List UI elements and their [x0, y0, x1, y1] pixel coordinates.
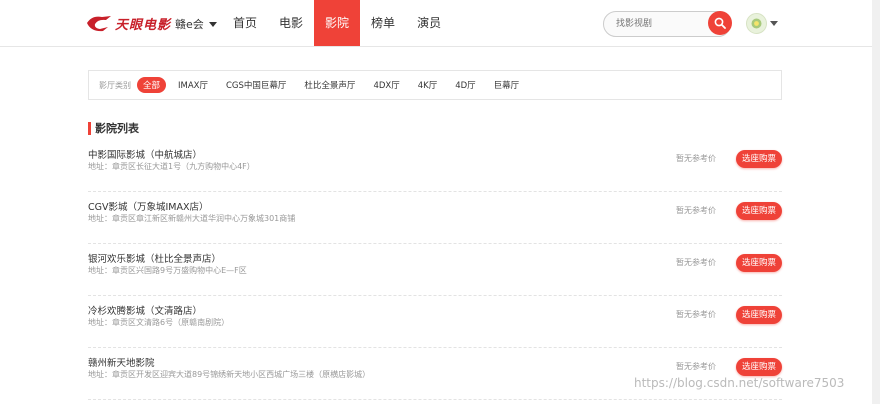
nav-rankings[interactable]: 榜单 — [360, 0, 406, 46]
city-name: 赣e会 — [175, 18, 204, 31]
section-title: 影院列表 — [88, 122, 139, 135]
buy-ticket-button[interactable]: 选座购票 — [736, 202, 782, 220]
cinema-name[interactable]: CGV影城（万象城IMAX店） — [88, 199, 209, 213]
cinema-address: 地址：章贡区长征大道1号（九方购物中心4F） — [88, 162, 255, 171]
hall-type-filter: 影厅类别 全部 IMAX厅 CGS中国巨幕厅 杜比全景声厅 4DX厅 4K厅 4… — [88, 70, 782, 100]
search-button[interactable] — [708, 11, 732, 35]
buy-ticket-button[interactable]: 选座购票 — [736, 358, 782, 376]
user-avatar[interactable] — [746, 13, 767, 34]
top-header: 天眼电影 赣e会 首页 电影 影院 榜单 演员 — [0, 0, 880, 47]
nav-cinemas[interactable]: 影院 — [314, 0, 361, 46]
cinema-price: 暂无参考价 — [676, 310, 716, 319]
filter-tag-dolby[interactable]: 杜比全景声厅 — [298, 77, 361, 93]
cinema-price: 暂无参考价 — [676, 206, 716, 215]
filter-tag-4dx[interactable]: 4DX厅 — [367, 77, 405, 93]
search-input[interactable] — [616, 16, 706, 32]
nav-actors[interactable]: 演员 — [406, 0, 452, 46]
cinema-address: 地址：章贡区兴国路9号万盛购物中心E—F区 — [88, 266, 247, 275]
nav-home[interactable]: 首页 — [222, 0, 268, 46]
main-nav: 首页 电影 影院 榜单 演员 — [222, 0, 452, 46]
cinema-price: 暂无参考价 — [676, 258, 716, 267]
cinema-name[interactable]: 中影国际影城（中航城店） — [88, 147, 202, 161]
vertical-scrollbar[interactable] — [872, 0, 880, 404]
search-icon — [714, 17, 726, 29]
cinema-row: 中影国际影城（中航城店） 地址：章贡区长征大道1号（九方购物中心4F） 暂无参考… — [88, 140, 782, 192]
cinema-address: 地址：章贡区章江新区新赣州大道华润中心万象城301商铺 — [88, 214, 296, 223]
cinema-name[interactable]: 赣州新天地影院 — [88, 355, 155, 369]
nav-movies[interactable]: 电影 — [268, 0, 314, 46]
cinema-row: 赣州新天地影院 地址：章贡区开发区迎宾大道89号锦绣新天地小区西城广场三楼（原横… — [88, 348, 782, 400]
cinema-row: CGV影城（万象城IMAX店） 地址：章贡区章江新区新赣州大道华润中心万象城30… — [88, 192, 782, 244]
buy-ticket-button[interactable]: 选座购票 — [736, 306, 782, 324]
cinema-list: 中影国际影城（中航城店） 地址：章贡区长征大道1号（九方购物中心4F） 暂无参考… — [88, 140, 782, 400]
filter-tag-all[interactable]: 全部 — [137, 77, 167, 93]
filter-tag-cgs[interactable]: CGS中国巨幕厅 — [220, 77, 292, 93]
filter-tag-imax[interactable]: IMAX厅 — [172, 77, 214, 93]
cinema-price: 暂无参考价 — [676, 362, 716, 371]
film-reel-icon — [87, 16, 111, 32]
site-logo[interactable]: 天眼电影 — [86, 12, 171, 34]
chevron-down-icon — [208, 22, 217, 27]
cinema-address: 地址：章贡区文清路6号（原赣南剧院） — [88, 318, 230, 327]
filter-tag-4d[interactable]: 4D厅 — [449, 77, 481, 93]
user-icon — [751, 18, 762, 29]
buy-ticket-button[interactable]: 选座购票 — [736, 254, 782, 272]
city-selector[interactable]: 赣e会 — [175, 16, 217, 32]
cinema-address: 地址：章贡区开发区迎宾大道89号锦绣新天地小区西城广场三楼（原横店影城） — [88, 370, 371, 379]
filter-label: 影厅类别 — [99, 80, 131, 90]
cinema-name[interactable]: 银河欢乐影城（杜比全景声店） — [88, 251, 221, 265]
cinema-row: 冷杉欢腾影城（文清路店） 地址：章贡区文清路6号（原赣南剧院） 暂无参考价 选座… — [88, 296, 782, 348]
cinema-name[interactable]: 冷杉欢腾影城（文清路店） — [88, 303, 202, 317]
cinema-price: 暂无参考价 — [676, 154, 716, 163]
logo-text: 天眼电影 — [115, 17, 172, 33]
filter-tag-giant-screen[interactable]: 巨幕厅 — [488, 77, 526, 93]
buy-ticket-button[interactable]: 选座购票 — [736, 150, 782, 168]
user-menu-chevron-icon[interactable] — [770, 21, 778, 26]
filter-tag-4k[interactable]: 4K厅 — [412, 77, 443, 93]
cinema-row: 银河欢乐影城（杜比全景声店） 地址：章贡区兴国路9号万盛购物中心E—F区 暂无参… — [88, 244, 782, 296]
watermark: https://blog.csdn.net/software7503 — [634, 376, 845, 390]
